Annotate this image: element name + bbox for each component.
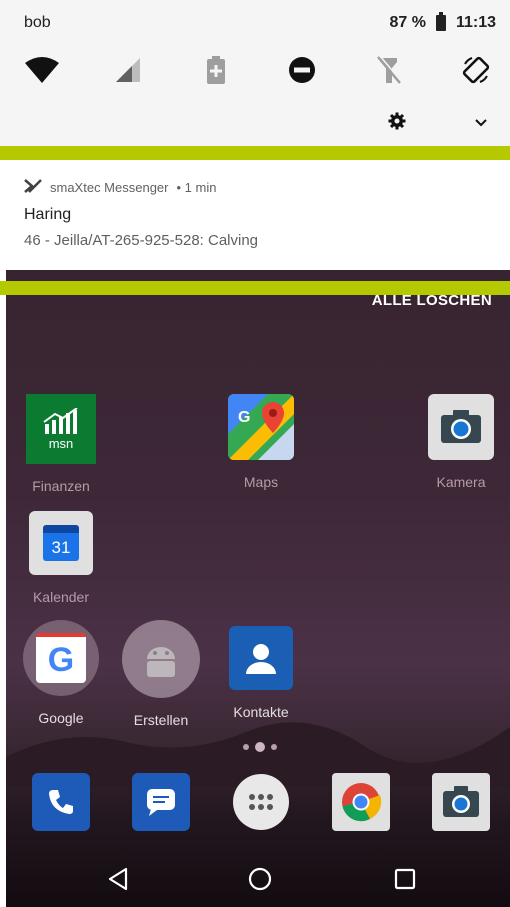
messages-icon[interactable]: [132, 773, 190, 831]
app-finanzen[interactable]: msn Finanzen: [16, 394, 106, 494]
back-triangle-icon[interactable]: [103, 864, 133, 894]
calendar-date-text: 31: [51, 538, 71, 557]
app-google[interactable]: G Google: [16, 620, 106, 726]
page-indicator: [243, 742, 277, 752]
battery-percent: 87 %: [389, 14, 426, 31]
app-kalender[interactable]: 31 Kalender: [16, 511, 106, 605]
dock: [6, 773, 510, 833]
app-label: Google: [38, 710, 84, 726]
calendar-icon: 31: [29, 511, 93, 575]
chrome-icon[interactable]: [332, 773, 390, 831]
notification-header: smaXtec Messenger • 1 min: [24, 179, 216, 196]
app-label: Kamera: [436, 474, 486, 490]
home-screen: ALLE LÖSCHEN msn Finanzen G Maps Kamera …: [6, 270, 510, 907]
status-bar: bob 87 % 11:13: [24, 12, 496, 34]
app-erstellen[interactable]: Erstellen: [116, 620, 206, 728]
navigation-bar: [6, 850, 510, 907]
accent-bar-top: [0, 146, 510, 160]
cellular-signal-icon[interactable]: [109, 52, 149, 88]
do-not-disturb-icon[interactable]: [282, 52, 322, 88]
quick-settings-actions: [388, 112, 488, 135]
app-drawer-icon[interactable]: [232, 773, 290, 831]
google-g-glyph: G: [47, 640, 75, 679]
app-maps[interactable]: G Maps: [216, 394, 306, 490]
auto-rotate-icon[interactable]: [456, 52, 496, 88]
clock-time: 11:13: [455, 14, 496, 31]
notification-card[interactable]: smaXtec Messenger • 1 min Haring 46 - Je…: [0, 160, 510, 270]
app-label: Maps: [243, 474, 279, 490]
app-label: Kontakte: [233, 704, 289, 720]
app-kontakte[interactable]: Kontakte: [216, 626, 306, 720]
quick-settings-panel: bob 87 % 11:13: [0, 0, 510, 146]
settings-gear-icon[interactable]: [388, 112, 406, 135]
notification-text: 46 - Jeilla/AT-265-925-528: Calving: [24, 232, 259, 249]
app-label: Kalender: [32, 589, 90, 605]
battery-icon: [435, 12, 446, 31]
notification-app-name: smaXtec Messenger: [50, 180, 169, 195]
app-label: Erstellen: [133, 712, 189, 728]
google-icon: G: [23, 620, 99, 696]
maps-icon: G: [228, 394, 294, 460]
accent-bar-bottom: [0, 281, 510, 295]
app-label: Finanzen: [32, 478, 90, 494]
android-icon: [122, 620, 200, 698]
phone-icon[interactable]: [32, 773, 90, 831]
contacts-icon: [229, 626, 293, 690]
quick-tiles-row: [22, 52, 496, 88]
home-circle-icon[interactable]: [245, 864, 275, 894]
battery-saver-icon[interactable]: [196, 52, 236, 88]
camera-icon: [428, 394, 494, 460]
notification-title: Haring: [24, 206, 72, 223]
wifi-icon[interactable]: [22, 52, 62, 88]
recents-square-icon[interactable]: [390, 864, 420, 894]
svg-text:G: G: [238, 409, 250, 426]
camera-icon[interactable]: [432, 773, 490, 831]
app-kamera[interactable]: Kamera: [416, 394, 506, 490]
msn-icon-text: msn: [48, 435, 74, 451]
msn-finance-icon: msn: [26, 394, 96, 464]
flashlight-icon[interactable]: [369, 52, 409, 88]
user-name: bob: [24, 14, 51, 31]
notification-time: • 1 min: [176, 180, 217, 195]
expand-chevron-icon[interactable]: [474, 115, 488, 133]
smaxtec-logo-icon: [24, 179, 42, 196]
